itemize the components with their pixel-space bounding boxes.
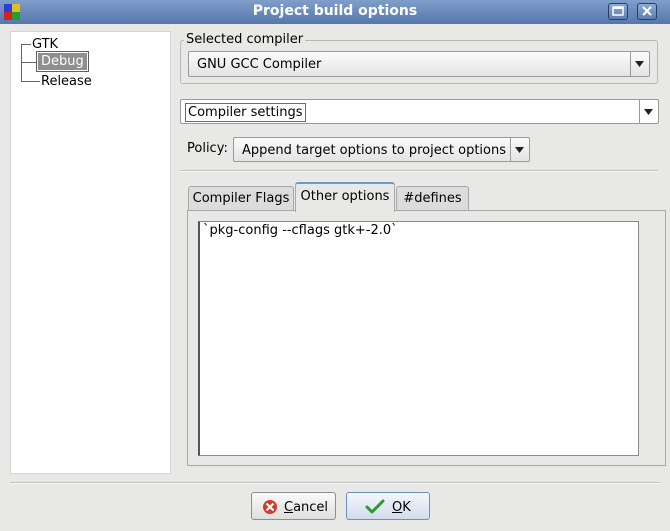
policy-select[interactable]: Append target options to project options (233, 137, 530, 162)
tree-connector (21, 44, 31, 45)
title-bar: Project build options (0, 0, 670, 24)
tab-other-options[interactable]: Other options (295, 182, 395, 212)
divider (180, 170, 658, 172)
ok-mnemonic: O (392, 500, 403, 515)
tree-item-release[interactable]: Release (41, 74, 92, 89)
divider (10, 482, 660, 484)
compiler-select[interactable]: GNU GCC Compiler (188, 51, 650, 77)
checkmark-icon (365, 499, 385, 514)
tree-item-debug[interactable]: Debug (36, 51, 89, 72)
other-options-editor[interactable]: `pkg-config --cflags gtk+-2.0` (198, 221, 639, 456)
maximize-icon (612, 6, 624, 16)
compiler-select-value: GNU GCC Compiler (197, 57, 322, 72)
cancel-label: Cancel (284, 500, 328, 515)
tab-compiler-flags[interactable]: Compiler Flags (188, 186, 294, 211)
settings-select[interactable]: Compiler settings (180, 99, 659, 124)
window-title: Project build options (252, 3, 418, 19)
tree-connector (21, 62, 36, 63)
target-tree[interactable]: GTK Debug Release (10, 31, 171, 474)
selected-compiler-legend: Selected compiler (184, 32, 306, 47)
tab-defines[interactable]: #defines (396, 186, 469, 211)
cancel-mnemonic: C (284, 500, 294, 515)
chevron-down-icon (630, 52, 649, 76)
cancel-icon (263, 500, 277, 514)
ok-label-rest: K (402, 500, 411, 515)
maximize-button[interactable] (608, 3, 628, 20)
close-icon (642, 6, 652, 16)
chevron-down-icon (639, 100, 658, 123)
chevron-down-icon (510, 138, 529, 161)
ok-label: OK (392, 500, 411, 515)
policy-label: Policy: (187, 141, 228, 156)
tree-connector (21, 81, 40, 82)
cancel-button[interactable]: Cancel (251, 492, 336, 520)
settings-select-value: Compiler settings (185, 103, 306, 122)
cancel-label-rest: ancel (293, 500, 329, 515)
tree-item-gtk[interactable]: GTK (32, 37, 58, 52)
editor-content: `pkg-config --cflags gtk+-2.0` (203, 223, 398, 238)
close-button[interactable] (637, 3, 657, 20)
ok-button[interactable]: OK (346, 492, 430, 520)
policy-select-value: Append target options to project options (242, 143, 507, 158)
